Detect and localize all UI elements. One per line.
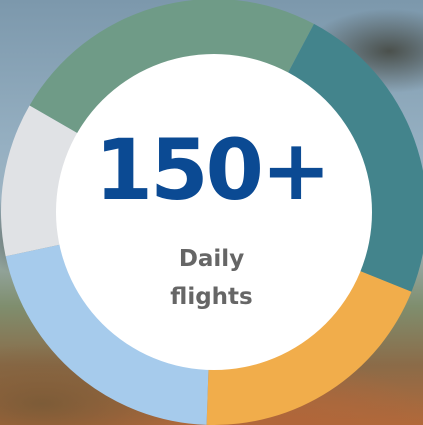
donut-ring: [0, 0, 423, 425]
stat-card: 150+ Daily flights: [0, 0, 423, 425]
inner-disc: [56, 54, 372, 370]
